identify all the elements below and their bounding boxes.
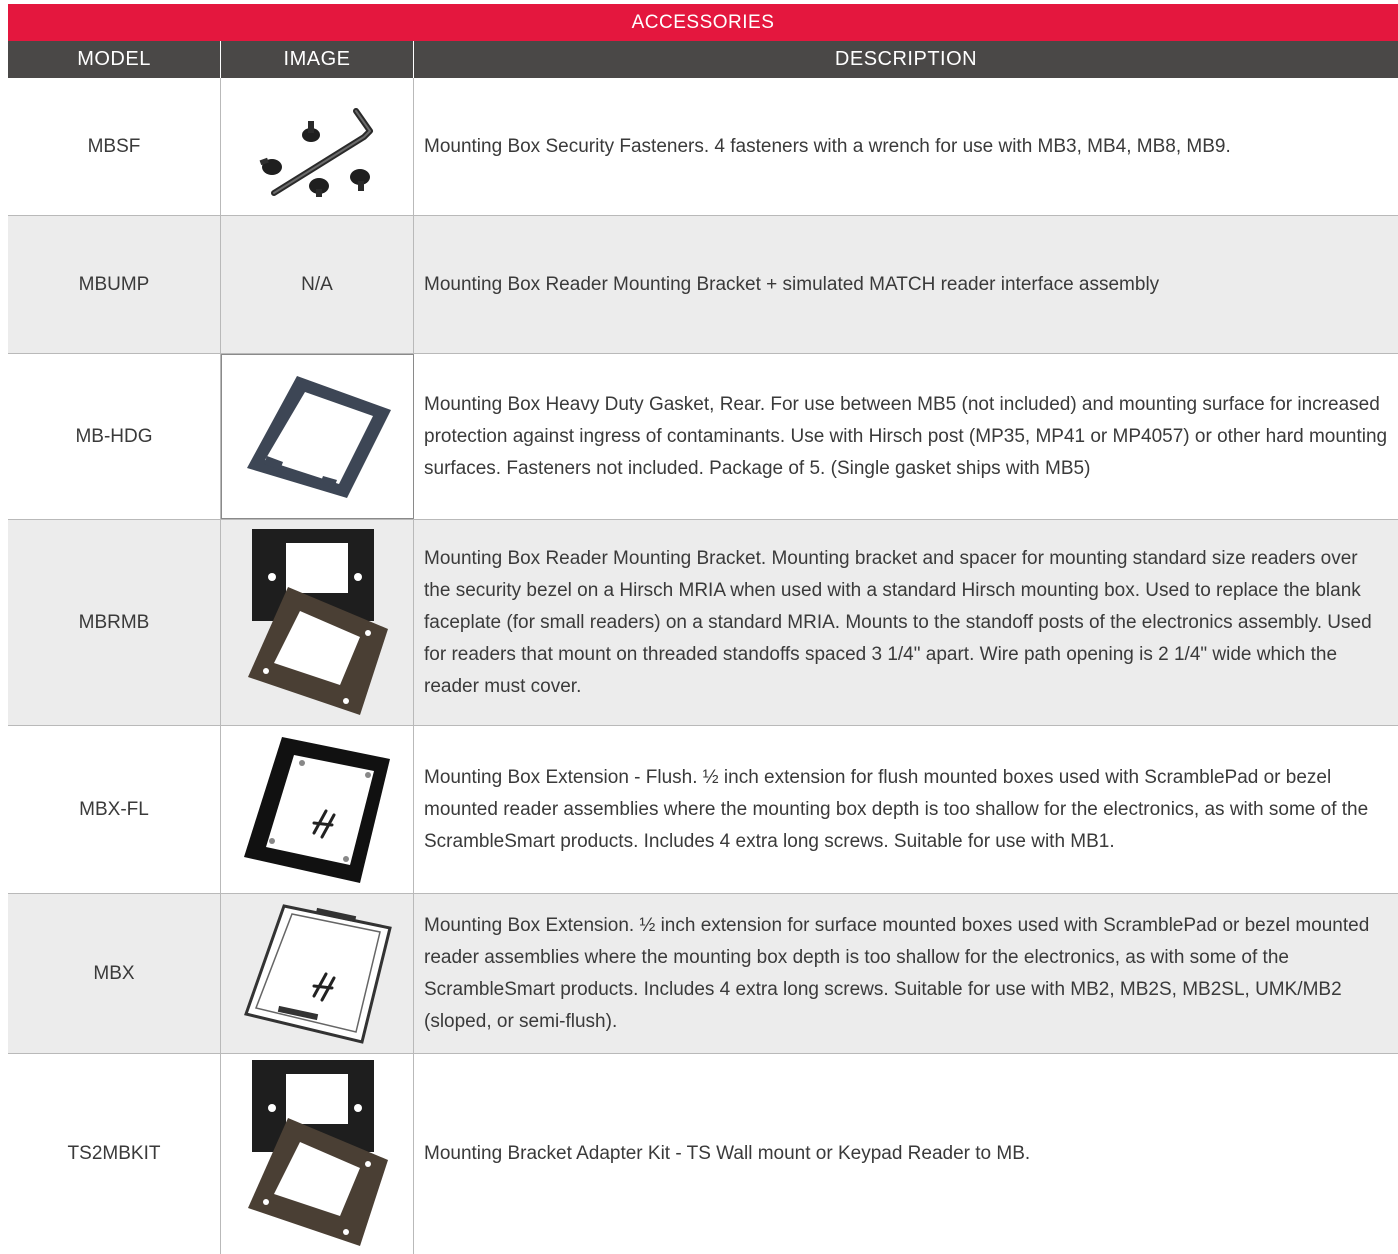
header-model: MODEL — [8, 41, 221, 78]
description-cell: Mounting Box Extension - Flush. ½ inch e… — [424, 766, 1369, 852]
description-cell: Mounting Box Extension. ½ inch extension… — [424, 914, 1370, 1032]
model-cell: MBX-FL — [8, 726, 221, 893]
description-cell: Mounting Box Heavy Duty Gasket, Rear. Fo… — [424, 393, 1388, 479]
image-cell: N/A — [221, 216, 414, 353]
bracket-adapter-kit-image — [248, 1060, 388, 1246]
model-cell: MB-HDG — [8, 354, 221, 519]
description-cell: Mounting Bracket Adapter Kit - TS Wall m… — [424, 1143, 1031, 1164]
model-cell: MBSF — [8, 78, 221, 215]
gasket-image — [247, 375, 391, 498]
table-title: ACCESSORIES — [8, 4, 1398, 41]
description-cell: Mounting Box Reader Mounting Bracket. Mo… — [424, 547, 1372, 697]
model-cell: MBUMP — [8, 216, 221, 353]
description-cell: Mounting Box Reader Mounting Bracket + s… — [424, 273, 1160, 295]
header-image: IMAGE — [221, 41, 414, 78]
model-cell: MBX — [8, 894, 221, 1053]
header-description: DESCRIPTION — [834, 48, 978, 70]
fasteners-wrench-image — [259, 107, 373, 197]
description-cell: Mounting Box Security Fasteners. 4 faste… — [424, 135, 1231, 157]
accessories-table: ACCESSORIES MODEL IMAGE DESCRIPTION MBSF — [0, 0, 1398, 1254]
table-row: MBSF Mounting Box Security Fasteners. 4 … — [8, 78, 1398, 216]
image-cell — [221, 1054, 414, 1254]
bracket-spacer-image — [248, 528, 388, 715]
model-cell: MBRMB — [8, 520, 221, 725]
flush-extension-image — [244, 736, 390, 883]
table-row: MBX Mounting Box Extension. ½ inch exten… — [8, 894, 1398, 1054]
table-row: MBX-FL Mounting Box Extension - Flush. ½… — [8, 726, 1398, 894]
table-row: TS2MBKIT Mounting Bracket Adapter Kit - … — [8, 1054, 1398, 1254]
table-row: MB-HDG Mounting Box Heavy Duty Gasket, R… — [8, 354, 1398, 520]
image-cell — [221, 354, 414, 519]
image-cell — [221, 726, 414, 893]
table-row: MBRMB Mounting Box Reader Mounting Brack… — [8, 520, 1398, 726]
model-cell: TS2MBKIT — [8, 1054, 221, 1254]
table-header-row: MODEL IMAGE DESCRIPTION — [8, 41, 1398, 78]
image-cell — [221, 78, 414, 215]
table-body: MBSF Mounting Box Security Fasteners. 4 … — [8, 78, 1398, 1254]
image-cell — [221, 520, 414, 725]
table-row: MBUMP N/A Mounting Box Reader Mounting B… — [8, 216, 1398, 354]
surface-extension-image — [244, 903, 392, 1044]
image-cell — [221, 894, 414, 1053]
